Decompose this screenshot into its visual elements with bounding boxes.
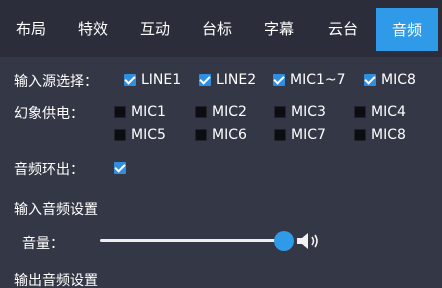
tab-subtitles[interactable]: 字幕 (262, 8, 296, 49)
input-source-option-label: LINE1 (141, 72, 182, 88)
tab-effects[interactable]: 特效 (76, 8, 110, 49)
checkbox-checked[interactable] (364, 74, 376, 86)
checkbox-checked[interactable] (273, 74, 285, 86)
phantom-power-option-label: MIC1 (131, 104, 166, 120)
audio-loop-out-label: 音频环出： (14, 162, 84, 178)
input-source-option-label: LINE2 (216, 72, 257, 88)
checkbox-unchecked[interactable] (195, 129, 207, 141)
phantom-power-option-label: MIC7 (291, 127, 326, 143)
phantom-power-option-label: MIC3 (291, 104, 326, 120)
tab-interaction[interactable]: 互动 (138, 8, 172, 49)
phantom-power-mic7[interactable]: MIC7 (274, 126, 326, 144)
input-audio-settings-title: 输入音频设置 (14, 202, 98, 218)
phantom-power-mic3[interactable]: MIC3 (274, 103, 326, 121)
input-source-mic1-7[interactable]: MIC1~7 (273, 71, 346, 89)
phantom-power-mic6[interactable]: MIC6 (195, 126, 247, 144)
tab-bar: 布局 特效 互动 台标 字幕 云台 音频 (0, 0, 442, 57)
checkbox-unchecked[interactable] (354, 129, 366, 141)
phantom-power-mic4[interactable]: MIC4 (354, 103, 406, 121)
tab-audio[interactable]: 音频 (376, 8, 438, 51)
tab-layout[interactable]: 布局 (14, 8, 48, 49)
audio-loop-out-toggle[interactable] (114, 159, 126, 177)
input-source-line1[interactable]: LINE1 (124, 71, 181, 89)
input-source-label: 输入源选择： (14, 74, 98, 90)
phantom-power-mic8[interactable]: MIC8 (354, 126, 406, 144)
volume-slider-handle[interactable] (274, 231, 294, 251)
checkbox-unchecked[interactable] (195, 106, 207, 118)
volume-label: 音量： (22, 236, 64, 252)
checkbox-unchecked[interactable] (274, 129, 286, 141)
checkbox-unchecked[interactable] (354, 106, 366, 118)
checkbox-unchecked[interactable] (114, 106, 126, 118)
phantom-power-label: 幻象供电： (14, 106, 84, 122)
phantom-power-mic1[interactable]: MIC1 (114, 103, 166, 121)
phantom-power-option-label: MIC4 (371, 104, 406, 120)
input-source-line2[interactable]: LINE2 (199, 71, 256, 89)
tab-station-logo[interactable]: 台标 (200, 8, 234, 49)
speaker-icon[interactable] (296, 230, 322, 252)
output-audio-settings-title: 输出音频设置 (14, 273, 98, 288)
input-source-mic8[interactable]: MIC8 (364, 71, 416, 89)
volume-slider-track[interactable] (100, 239, 284, 242)
checkbox-checked[interactable] (114, 162, 126, 174)
phantom-power-mic5[interactable]: MIC5 (114, 126, 166, 144)
checkbox-unchecked[interactable] (114, 129, 126, 141)
input-source-option-label: MIC8 (381, 72, 416, 88)
phantom-power-option-label: MIC8 (371, 127, 406, 143)
phantom-power-option-label: MIC5 (131, 127, 166, 143)
input-source-option-label: MIC1~7 (290, 72, 346, 88)
checkbox-unchecked[interactable] (274, 106, 286, 118)
phantom-power-mic2[interactable]: MIC2 (195, 103, 247, 121)
checkbox-checked[interactable] (124, 74, 136, 86)
checkbox-checked[interactable] (199, 74, 211, 86)
phantom-power-option-label: MIC2 (212, 104, 247, 120)
phantom-power-option-label: MIC6 (212, 127, 247, 143)
tab-ptz[interactable]: 云台 (326, 8, 360, 49)
